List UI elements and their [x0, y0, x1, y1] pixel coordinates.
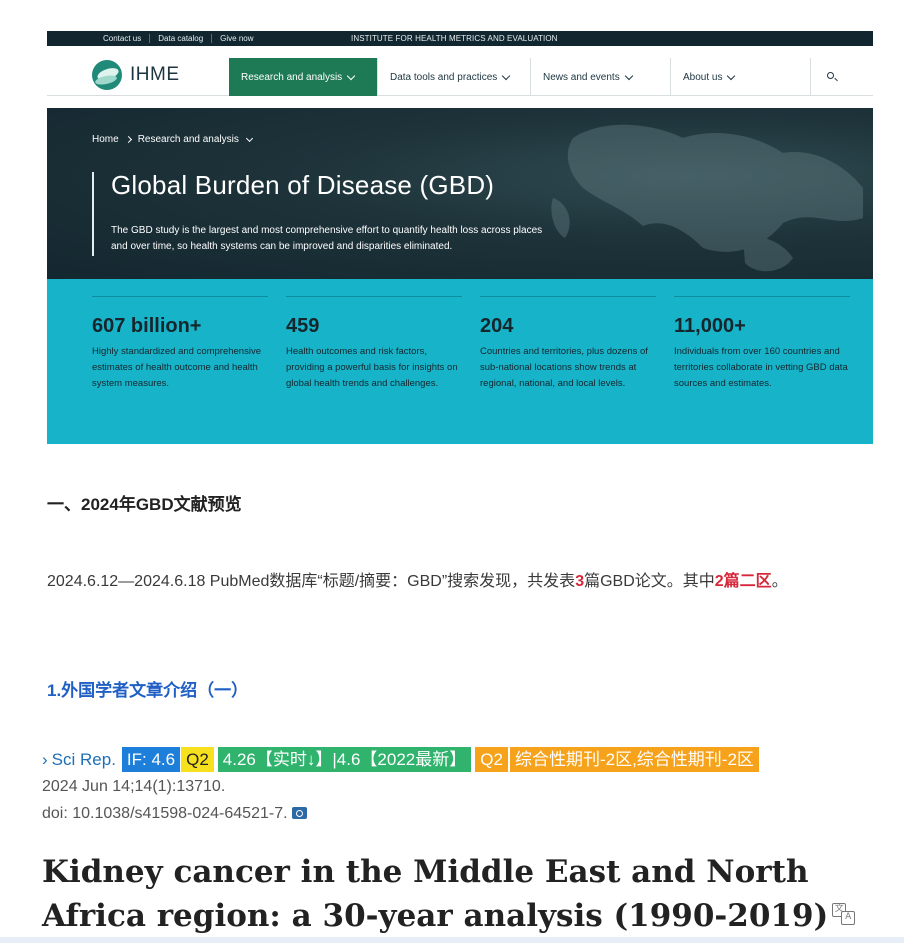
para-highlight: 2篇二区: [714, 573, 772, 590]
translate-icon[interactable]: 文A: [832, 903, 856, 925]
chevron-down-icon[interactable]: [245, 134, 253, 142]
nav-label: Research and analysis: [241, 71, 343, 83]
journal-line: › Sci Rep. IF: 4.6 Q2 4.26【实时↓】|4.6【2022…: [42, 747, 759, 772]
chevron-down-icon: [727, 71, 736, 80]
search-button[interactable]: [810, 58, 850, 96]
ihme-logo[interactable]: IHME: [92, 60, 180, 90]
realtime-if-badge: 4.26【实时↓】|4.6【2022最新】: [217, 747, 472, 772]
breadcrumb: Home Research and analysis: [92, 134, 253, 145]
journal-name[interactable]: Sci Rep.: [52, 750, 116, 770]
quartile-badge: Q2: [181, 747, 214, 772]
main-nav: IHME Research and analysis Data tools an…: [47, 46, 873, 96]
stat-item: 607 billion+ Highly standardized and com…: [92, 296, 268, 392]
doi-line: doi: 10.1038/s41598-024-64521-7.: [42, 805, 307, 823]
article-title-text: Kidney cancer in the Middle East and Nor…: [42, 854, 829, 934]
nav-news-and-events[interactable]: News and events: [530, 58, 670, 96]
chevron-right-icon[interactable]: ›: [42, 750, 48, 770]
world-map-graphic: [551, 124, 863, 272]
para-text: 2024.6.12—2024.6.18 PubMed数据库“标题/摘要：GBD”…: [47, 573, 576, 590]
chevron-down-icon: [502, 71, 511, 80]
nav-label: About us: [683, 71, 723, 83]
chevron-down-icon: [346, 71, 356, 80]
stat-number: 204: [480, 315, 514, 337]
nav-data-tools[interactable]: Data tools and practices: [377, 58, 530, 96]
logo-text: IHME: [130, 64, 180, 85]
stat-number: 607 billion+: [92, 315, 202, 337]
hero-accent-line: [92, 172, 94, 256]
chevron-right-icon: [124, 135, 132, 144]
stat-description: Health outcomes and risk factors, provid…: [286, 346, 458, 389]
para-count: 3: [575, 573, 585, 590]
hero-banner: Home Research and analysis Global Burden…: [47, 108, 873, 279]
institute-name: INSTITUTE FOR HEALTH METRICS AND EVALUAT…: [351, 34, 558, 43]
nav-label: Data tools and practices: [390, 71, 498, 83]
stat-description: Countries and territories, plus dozens o…: [480, 346, 648, 389]
page-bottom-edge: [0, 937, 904, 943]
camera-icon[interactable]: [291, 807, 307, 819]
ihme-screenshot: Contact us Data catalog Give now INSTITU…: [47, 31, 873, 444]
stat-item: 459 Health outcomes and risk factors, pr…: [286, 296, 462, 392]
stat-description: Individuals from over 160 countries and …: [674, 346, 848, 389]
data-catalog-link[interactable]: Data catalog: [150, 34, 213, 43]
stat-number: 459: [286, 315, 320, 337]
summary-paragraph: 2024.6.12—2024.6.18 PubMed数据库“标题/摘要：GBD”…: [47, 566, 882, 598]
zone-badge: 综合性期刊-2区,综合性期刊-2区: [509, 747, 759, 772]
stat-item: 11,000+ Individuals from over 160 countr…: [674, 296, 850, 392]
nav-label: News and events: [543, 71, 620, 83]
utility-bar: Contact us Data catalog Give now INSTITU…: [47, 31, 873, 46]
stat-item: 204 Countries and territories, plus doze…: [480, 296, 656, 392]
quartile-badge: Q2: [475, 747, 508, 772]
hero-title: Global Burden of Disease (GBD): [111, 170, 495, 200]
chevron-down-icon: [624, 71, 633, 80]
doi-text[interactable]: doi: 10.1038/s41598-024-64521-7.: [42, 805, 288, 822]
stats-band: 607 billion+ Highly standardized and com…: [47, 279, 873, 444]
nav-about-us[interactable]: About us: [670, 58, 810, 96]
citation-date: 2024 Jun 14;14(1):13710.: [42, 778, 226, 795]
stat-number: 11,000+: [674, 315, 746, 337]
search-icon: [827, 72, 834, 79]
article-title: Kidney cancer in the Middle East and Nor…: [42, 850, 882, 938]
breadcrumb-home[interactable]: Home: [92, 134, 119, 145]
breadcrumb-current[interactable]: Research and analysis: [138, 134, 239, 145]
para-text: 篇GBD论文。其中: [584, 573, 715, 590]
give-now-link[interactable]: Give now: [212, 34, 261, 43]
para-text: 。: [771, 573, 788, 590]
subsection-heading: 1.外国学者文章介绍（一）: [47, 681, 249, 700]
section-heading: 一、2024年GBD文献预览: [47, 495, 242, 514]
ihme-leaf-icon: [92, 60, 122, 90]
nav-research-and-analysis[interactable]: Research and analysis: [229, 58, 377, 96]
hero-description: The GBD study is the largest and most co…: [111, 225, 543, 252]
impact-factor-badge: IF: 4.6: [121, 747, 181, 772]
contact-us-link[interactable]: Contact us: [95, 34, 151, 43]
stat-description: Highly standardized and comprehensive es…: [92, 346, 261, 389]
